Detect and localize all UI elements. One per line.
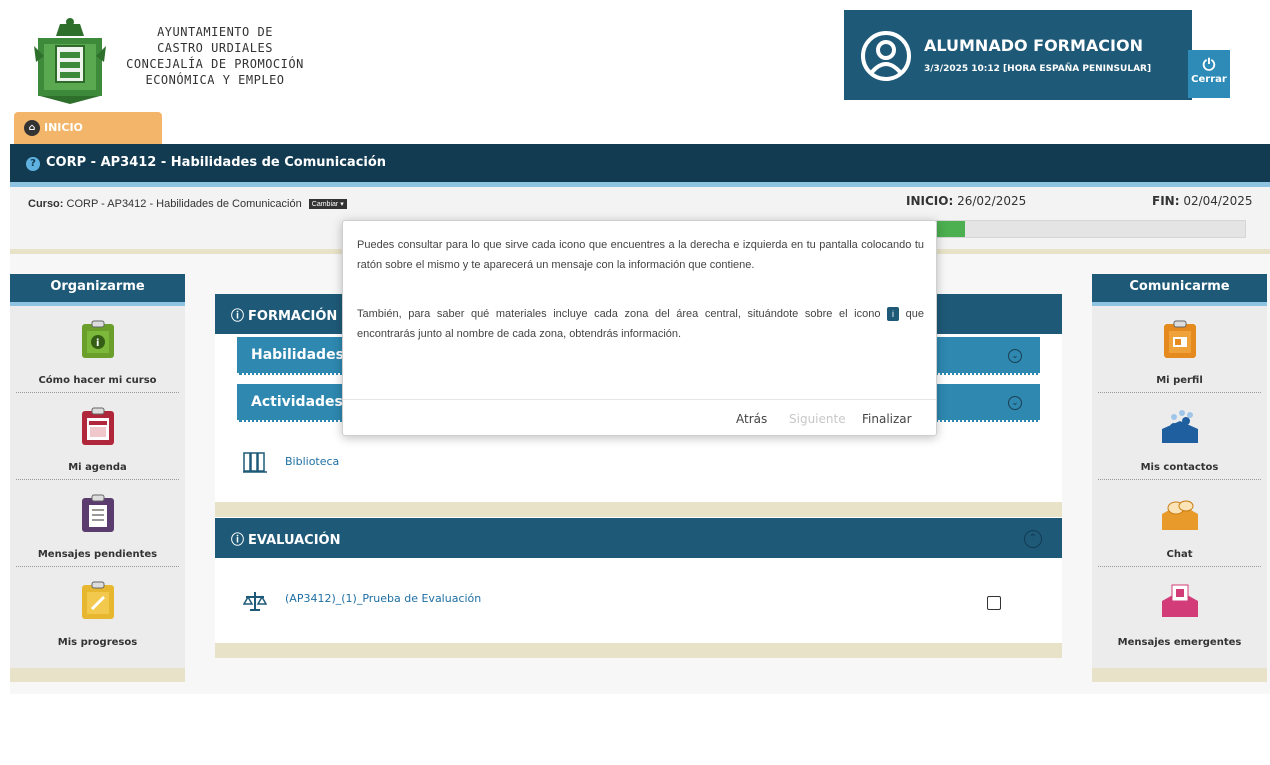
sidebar-item-label: Chat <box>1166 549 1193 560</box>
sidebar-item-chat[interactable]: Chat <box>1098 480 1261 567</box>
left-panel: Organizarme i Cómo hacer mi curso Mi age… <box>10 274 185 682</box>
course-value: CORP - AP3412 - Habilidades de Comunicac… <box>66 198 302 210</box>
logout-button[interactable]: ⏻ Cerrar <box>1188 50 1230 98</box>
org-line-3: CONCEJALÍA DE PROMOCIÓN <box>126 57 304 71</box>
course-label: Curso: <box>28 198 64 210</box>
document-clipboard-icon <box>81 494 114 532</box>
start-date-label: INICIO: <box>906 194 954 208</box>
resource-prueba: (AP3412)_(1)_Prueba de Evaluación <box>215 576 1062 626</box>
course-progress-bar <box>936 220 1246 238</box>
section-evaluacion-header[interactable]: ⓘ EVALUACIÓN ⌃ <box>215 518 1062 558</box>
chevron-down-icon[interactable]: ⌄ <box>1008 396 1022 410</box>
start-date-value: 26/02/2025 <box>957 194 1027 208</box>
biblioteca-link[interactable]: Biblioteca <box>285 455 339 468</box>
header: AYUNTAMIENTO DE CASTRO URDIALES CONCEJAL… <box>10 10 1270 110</box>
change-course-button[interactable]: Cambiar ▾ <box>308 199 347 210</box>
sidebar-item-label: Mi perfil <box>1156 375 1203 386</box>
sidebar-item-mensajes-emergentes[interactable]: Mensajes emergentes <box>1098 567 1261 654</box>
chevron-down-icon[interactable]: ⌄ <box>1008 349 1022 363</box>
session-datetime: 3/3/2025 10:12 [HORA ESPAÑA PENINSULAR] <box>924 64 1152 74</box>
left-panel-footer <box>10 668 185 682</box>
section-evaluacion-title: EVALUACIÓN <box>248 533 341 548</box>
chat-icon <box>1161 500 1198 530</box>
pencil-clipboard-icon <box>81 581 114 619</box>
sidebar-item-mensajes-pendientes[interactable]: Mensajes pendientes <box>16 480 179 567</box>
clipboard-info-icon: i <box>81 320 114 358</box>
organization-name: AYUNTAMIENTO DE CASTRO URDIALES CONCEJAL… <box>110 24 320 88</box>
info-icon[interactable]: ⓘ <box>231 529 244 548</box>
dialog-paragraph-2-start: También, para saber qué materiales inclu… <box>357 308 881 320</box>
user-avatar-icon <box>861 31 911 81</box>
sidebar-item-label: Mis contactos <box>1140 462 1219 473</box>
crest-logo <box>34 18 106 104</box>
course-title: CORP - AP3412 - Habilidades de Comunicac… <box>46 155 387 170</box>
sidebar-item-contactos[interactable]: Mis contactos <box>1098 393 1261 480</box>
org-line-2: CASTRO URDIALES <box>157 41 273 55</box>
evaluation-scale-icon <box>243 592 267 611</box>
back-button[interactable]: Atrás <box>736 412 767 426</box>
dialog-footer: Atrás Siguiente Finalizar <box>343 399 936 436</box>
course-selector: Curso: CORP - AP3412 - Habilidades de Co… <box>28 198 347 210</box>
right-panel-title: Comunicarme <box>1092 274 1267 306</box>
start-date: INICIO: 26/02/2025 <box>906 194 1026 208</box>
section-divider <box>215 643 1062 658</box>
sidebar-item-mi-perfil[interactable]: Mi perfil <box>1098 306 1261 393</box>
user-panel: ALUMNADO FORMACION 3/3/2025 10:12 [HORA … <box>844 10 1192 100</box>
org-line-4: ECONÓMICA Y EMPLEO <box>145 73 285 87</box>
resource-biblioteca: Biblioteca <box>215 437 1062 487</box>
profile-clipboard-icon <box>1163 320 1196 358</box>
right-panel: Comunicarme Mi perfil Mis contactos Chat… <box>1092 274 1267 682</box>
finish-button[interactable]: Finalizar <box>862 412 912 426</box>
sidebar-item-label: Cómo hacer mi curso <box>38 375 157 386</box>
left-panel-title: Organizarme <box>10 274 185 306</box>
sidebar-item-progresos[interactable]: Mis progresos <box>16 567 179 654</box>
sidebar-item-label: Mensajes emergentes <box>1117 637 1242 648</box>
library-books-icon <box>243 452 267 473</box>
section-divider <box>215 502 1062 517</box>
org-line-1: AYUNTAMIENTO DE <box>157 25 273 39</box>
tab-inicio[interactable]: ⌂ INICIO <box>14 112 162 144</box>
sidebar-item-agenda[interactable]: Mi agenda <box>16 393 179 480</box>
chevron-down-icon: ▾ <box>340 201 344 209</box>
sidebar-item-como-hacer[interactable]: i Cómo hacer mi curso <box>16 306 179 393</box>
subsection-habilidades-title: Habilidades <box>251 347 344 363</box>
course-title-bar: ? CORP - AP3412 - Habilidades de Comunica… <box>10 144 1270 182</box>
right-panel-footer <box>1092 668 1267 682</box>
page: AYUNTAMIENTO DE CASTRO URDIALES CONCEJAL… <box>0 0 1270 765</box>
sidebar-item-label: Mis progresos <box>57 637 138 648</box>
dialog-body: Puedes consultar para lo que sirve cada … <box>357 235 924 344</box>
subsection-actividades-title: Actividades <box>251 394 343 410</box>
sidebar-item-label: Mensajes pendientes <box>37 549 158 560</box>
change-course-label: Cambiar <box>311 201 339 209</box>
next-button[interactable]: Siguiente <box>789 412 846 426</box>
end-date: FIN: 02/04/2025 <box>1152 194 1253 208</box>
calendar-clipboard-icon <box>81 407 114 445</box>
end-date-label: FIN: <box>1152 194 1180 208</box>
info-icon[interactable]: ⓘ <box>231 305 244 324</box>
prueba-evaluacion-link[interactable]: (AP3412)_(1)_Prueba de Evaluación <box>285 592 481 605</box>
course-progress-fill <box>937 221 965 237</box>
tab-inicio-label: INICIO <box>44 121 83 134</box>
info-icon: i <box>887 307 900 322</box>
section-formacion-title: FORMACIÓN <box>248 309 338 324</box>
help-tour-dialog: Puedes consultar para lo que sirve cada … <box>342 220 937 436</box>
end-date-value: 02/04/2025 <box>1183 194 1253 208</box>
home-icon: ⌂ <box>24 120 40 136</box>
logout-label: Cerrar <box>1191 74 1227 85</box>
power-icon: ⏻ <box>1202 55 1216 74</box>
dialog-paragraph-1: Puedes consultar para lo que sirve cada … <box>357 239 924 271</box>
sidebar-item-label: Mi agenda <box>68 462 127 473</box>
contacts-icon <box>1161 410 1198 443</box>
help-icon[interactable]: ? <box>26 157 40 171</box>
user-name: ALUMNADO FORMACION <box>924 36 1143 55</box>
dialog-paragraph-2: También, para saber qué materiales inclu… <box>357 304 924 344</box>
svg-text:i: i <box>96 338 99 349</box>
chevron-up-icon[interactable]: ⌃ <box>1024 530 1042 548</box>
completion-checkbox[interactable] <box>987 596 1001 610</box>
popup-message-icon <box>1161 584 1198 617</box>
